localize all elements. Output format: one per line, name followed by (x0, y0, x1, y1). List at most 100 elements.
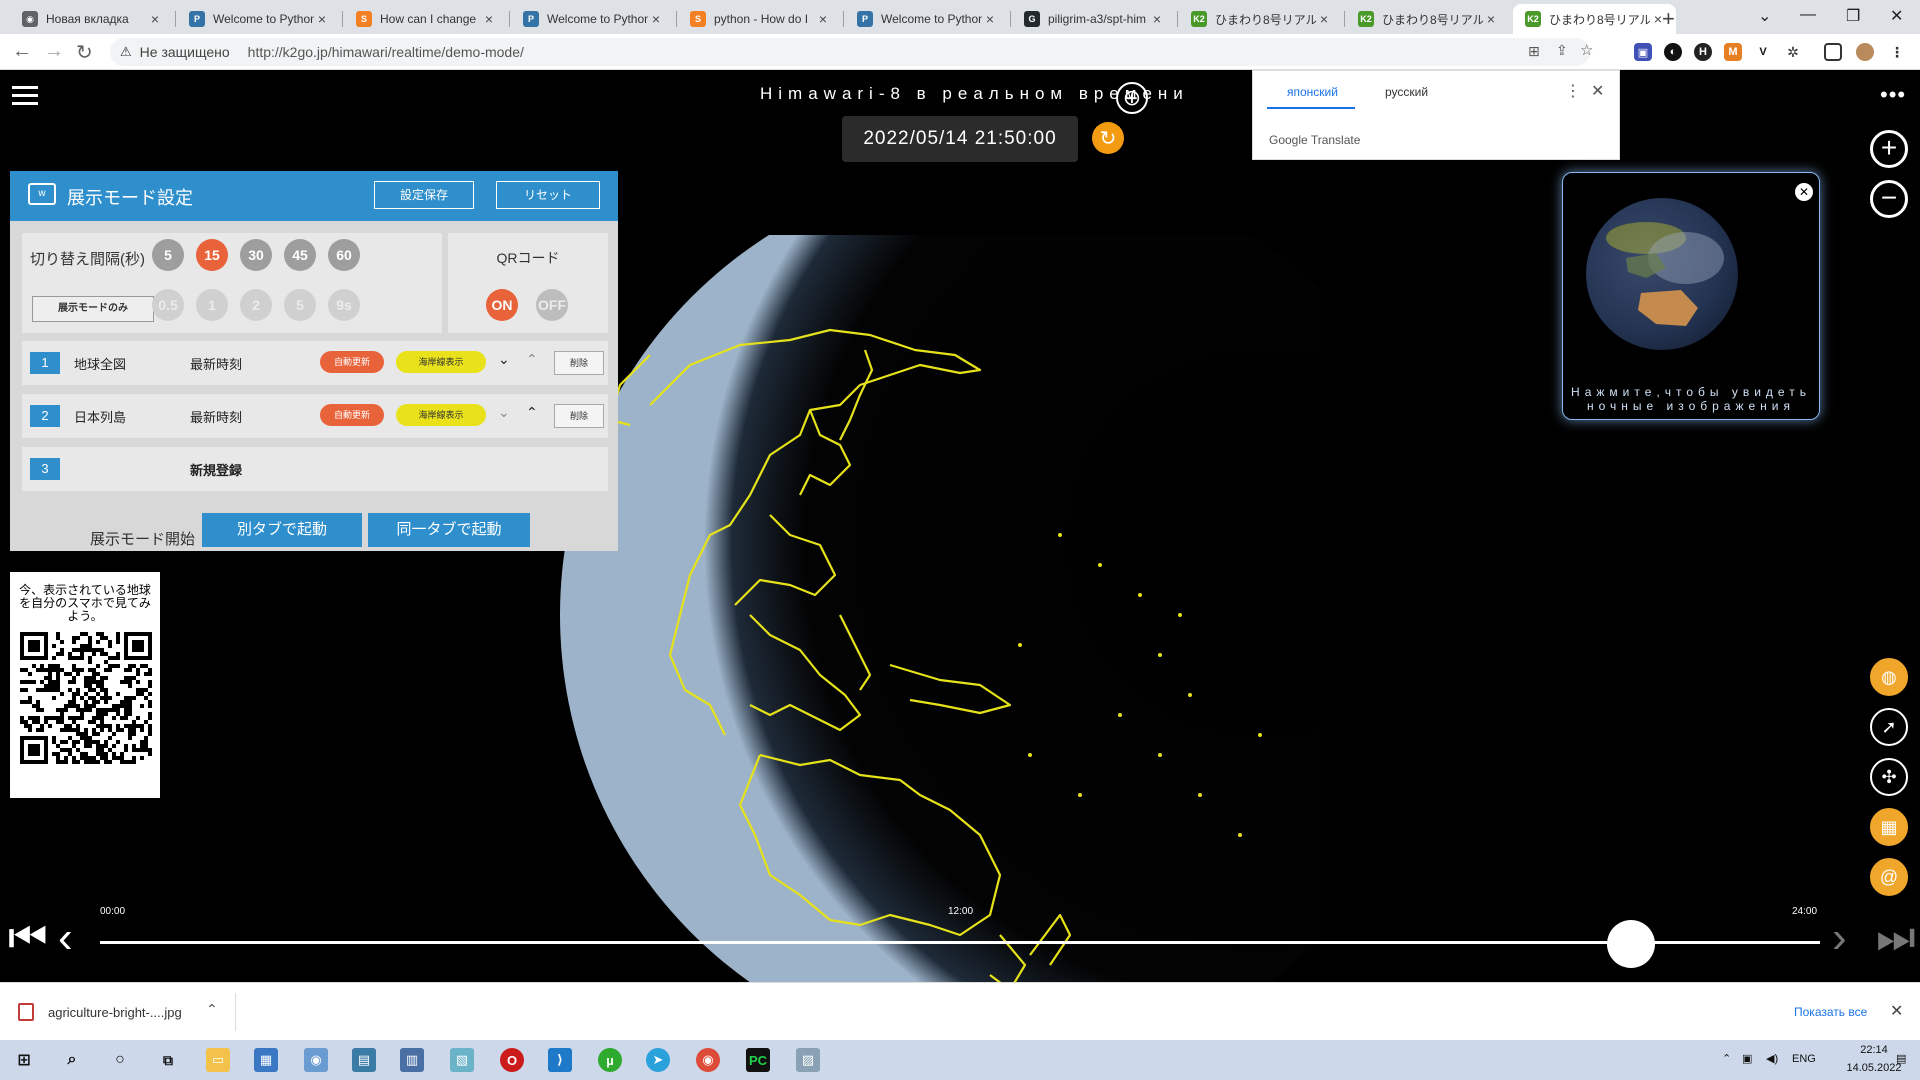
interval-option[interactable]: 5 (284, 289, 316, 321)
interval-option[interactable]: 9s (328, 289, 360, 321)
previous-icon[interactable]: ‹ (58, 916, 73, 960)
extension-1-icon[interactable]: ▣ (1634, 43, 1652, 61)
chrome-icon[interactable]: ◉ (696, 1048, 720, 1072)
auto-update-toggle[interactable]: 自動更新 (320, 404, 384, 426)
move-up-icon[interactable]: ⌃ (526, 351, 538, 368)
close-tab-icon[interactable]: × (815, 11, 831, 27)
app-icon[interactable]: ◉ (304, 1048, 328, 1072)
browser-tab[interactable]: ◉ Новая вкладка × (10, 4, 173, 34)
earth-globe[interactable] (560, 165, 1460, 982)
browser-tab[interactable]: Spython - How do I × (678, 4, 841, 34)
close-tab-icon[interactable]: × (481, 11, 497, 27)
zoom-out-icon[interactable]: − (1870, 180, 1908, 218)
close-tab-icon[interactable]: × (1483, 11, 1499, 27)
utorrent-icon[interactable]: µ (598, 1048, 622, 1072)
film-icon[interactable]: ▦ (1870, 808, 1908, 846)
move-up-icon[interactable]: ⌃ (526, 404, 538, 421)
close-tab-icon[interactable]: × (1149, 11, 1165, 27)
close-icon[interactable]: ✕ (1890, 1001, 1903, 1021)
start-same-tab-button[interactable]: 同一タブで起動 (368, 513, 530, 547)
app-icon[interactable]: ▨ (796, 1048, 820, 1072)
browser-menu-icon[interactable]: ⋮ (1888, 43, 1906, 61)
extension-2-icon[interactable]: ◐ (1664, 43, 1682, 61)
chevron-up-icon[interactable]: ⌃ (206, 1001, 218, 1018)
opera-icon[interactable]: O (500, 1048, 524, 1072)
close-tab-icon[interactable]: × (314, 11, 330, 27)
delete-button[interactable]: 削除 (554, 351, 604, 375)
side-panel-icon[interactable] (1824, 43, 1842, 61)
close-icon[interactable]: ✕ (1591, 81, 1604, 101)
app-icon[interactable]: ▤ (352, 1048, 376, 1072)
fullscreen-icon[interactable]: ✣ (1870, 758, 1908, 796)
browser-tab[interactable]: S How can I change × (344, 4, 507, 34)
tab-search-icon[interactable]: ⌄ (1758, 6, 1771, 26)
browser-tab[interactable]: K2ひまわり8号リアルタ× (1346, 4, 1509, 34)
crosshair-icon[interactable]: ⊕ (1116, 82, 1148, 114)
browser-tab[interactable]: P Welcome to Python × (177, 4, 340, 34)
input-language[interactable]: ENG (1792, 1053, 1816, 1065)
close-window-icon[interactable]: ✕ (1890, 6, 1903, 26)
extension-3-icon[interactable]: H (1694, 43, 1712, 61)
auto-update-toggle[interactable]: 自動更新 (320, 351, 384, 373)
url-text[interactable]: http://k2go.jp/himawari/realtime/demo-mo… (248, 44, 524, 60)
qr-on-toggle[interactable]: ON (486, 289, 518, 321)
close-tab-icon[interactable]: × (1316, 11, 1332, 27)
browser-tab[interactable]: K2ひまわり8号リアルタ× (1179, 4, 1342, 34)
coastline-toggle[interactable]: 海岸線表示 (396, 404, 486, 426)
qr-code-image[interactable] (20, 632, 152, 764)
qr-off-toggle[interactable]: OFF (536, 289, 568, 321)
typhoon-icon[interactable]: @ (1870, 858, 1908, 896)
extensions-puzzle-icon[interactable]: ✲ (1784, 43, 1802, 61)
interval-option[interactable]: 2 (240, 289, 272, 321)
more-options-icon[interactable]: ⋮ (1565, 81, 1581, 101)
night-image-card[interactable]: ✕ Нажмите,чтобы увидеть ночные изображен… (1562, 172, 1820, 420)
observation-datetime[interactable]: 2022/05/14 21:50:00 (842, 116, 1078, 162)
file-explorer-icon[interactable]: ▭ (206, 1048, 230, 1072)
move-down-icon[interactable]: ⌄ (498, 351, 510, 368)
interval-option[interactable]: 60 (328, 239, 360, 271)
vue-icon[interactable]: V (1754, 43, 1772, 61)
lang-target-tab[interactable]: русский (1385, 85, 1428, 99)
profile-avatar[interactable] (1856, 43, 1874, 61)
next-icon[interactable]: › (1832, 916, 1847, 960)
coastline-toggle[interactable]: 海岸線表示 (396, 351, 486, 373)
delete-button[interactable]: 削除 (554, 404, 604, 428)
search-icon[interactable]: ⌕ (60, 1048, 84, 1072)
refresh-icon[interactable]: ↻ (1092, 122, 1124, 154)
browser-tab[interactable]: P Welcome to Python × (845, 4, 1008, 34)
forward-icon[interactable]: → (44, 40, 64, 63)
download-filename[interactable]: agriculture-bright-....jpg (48, 1005, 182, 1020)
back-icon[interactable]: ← (12, 40, 32, 63)
browser-tab[interactable]: K2ひまわり8号リアルタ× (1513, 4, 1676, 34)
hamburger-menu-icon[interactable] (12, 86, 38, 110)
more-menu-icon[interactable]: ••• (1880, 82, 1906, 108)
save-settings-button[interactable]: 設定保存 (374, 181, 474, 209)
close-tab-icon[interactable]: × (147, 11, 163, 27)
show-all-downloads-link[interactable]: Показать все (1794, 1005, 1867, 1019)
skip-to-start-icon[interactable]: ⏮ (8, 916, 48, 960)
browser-tab[interactable]: P Welcome to Python × (511, 4, 674, 34)
close-tab-icon[interactable]: × (648, 11, 664, 27)
exhibition-only-button[interactable]: 展示モードのみ (32, 296, 154, 322)
pycharm-icon[interactable]: PC (746, 1048, 770, 1072)
bookmark-star-icon[interactable]: ☆ (1580, 41, 1593, 59)
app-icon[interactable]: ▥ (400, 1048, 424, 1072)
reload-icon[interactable]: ↻ (76, 40, 93, 65)
interval-option[interactable]: 1 (196, 289, 228, 321)
notepad-icon[interactable]: ▧ (450, 1048, 474, 1072)
minimize-icon[interactable]: — (1800, 6, 1816, 24)
cortana-icon[interactable]: ○ (108, 1048, 132, 1072)
close-tab-icon[interactable]: × (982, 11, 998, 27)
new-registration-link[interactable]: 新規登録 (190, 460, 242, 479)
lang-source-tab[interactable]: японский (1287, 85, 1338, 99)
new-entry-row[interactable]: 3 新規登録 (22, 447, 608, 491)
volume-icon[interactable]: ◀) (1766, 1052, 1778, 1065)
chevron-up-icon[interactable]: ⌃ (1722, 1052, 1731, 1065)
task-view-icon[interactable]: ⧉ (156, 1048, 180, 1072)
translate-icon[interactable]: ⊞ (1528, 43, 1540, 60)
interval-option[interactable]: 15 (196, 239, 228, 271)
start-new-tab-button[interactable]: 別タブで起動 (202, 513, 362, 547)
network-icon[interactable]: ▣ (1742, 1052, 1752, 1065)
calculator-icon[interactable]: ▦ (254, 1048, 278, 1072)
maximize-icon[interactable]: ❐ (1846, 6, 1860, 26)
